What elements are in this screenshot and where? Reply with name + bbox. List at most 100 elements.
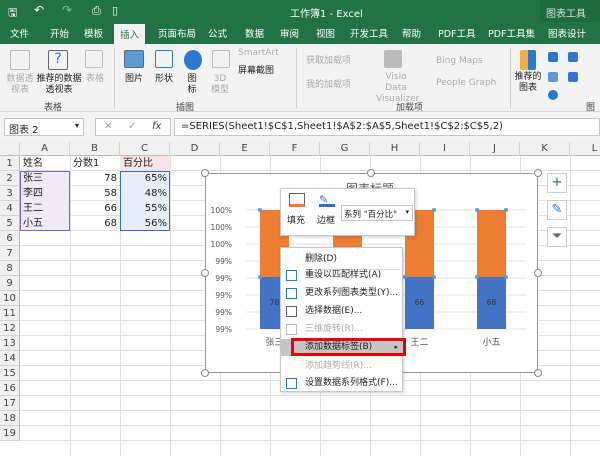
row-header-14[interactable]: 14 xyxy=(0,351,20,366)
cell-a1[interactable]: 姓名 xyxy=(20,156,70,171)
cell-name[interactable]: 王二 xyxy=(20,201,70,216)
series-select[interactable]: 系列 "百分比" ▾ xyxy=(341,205,413,221)
tab-pdf-tools[interactable]: PDF工具 xyxy=(438,26,476,40)
get-addins-button[interactable]: 获取加载项 xyxy=(306,56,351,67)
select-all[interactable] xyxy=(0,142,20,156)
name-box[interactable]: 图表 2 ▾ xyxy=(4,118,84,136)
outline-button[interactable]: 边框 xyxy=(317,213,335,226)
row-header-8[interactable]: 8 xyxy=(0,261,20,276)
tab-review[interactable]: 审阅 xyxy=(280,26,299,40)
line-chart-icon[interactable] xyxy=(548,72,558,82)
smartart-button[interactable]: SmartArt xyxy=(238,48,279,59)
menu-item-2[interactable]: 更改系列图表类型(Y)... xyxy=(281,285,404,302)
my-addins-button[interactable]: 我的加载项 xyxy=(306,80,351,91)
tab-pdf-toolset[interactable]: PDF工具集 xyxy=(488,26,535,40)
cell-b1[interactable]: 分数1 xyxy=(70,156,120,171)
cell-percent[interactable]: 65% xyxy=(120,171,170,186)
formula-input[interactable]: =SERIES(Sheet1!$C$1,Sheet1!$A$2:$A$5,She… xyxy=(174,118,600,136)
cell-percent[interactable]: 48% xyxy=(120,186,170,201)
cell-name[interactable]: 张三 xyxy=(20,171,70,186)
cell-score[interactable]: 78 xyxy=(70,171,120,186)
resize-handle[interactable] xyxy=(201,269,209,277)
row-header-17[interactable]: 17 xyxy=(0,396,20,411)
fill-button[interactable]: 填充 xyxy=(287,213,305,226)
resize-handle[interactable] xyxy=(534,369,542,377)
recommended-pivot-button[interactable]: 推荐的数据透视表 xyxy=(34,74,84,96)
cell-name[interactable]: 李四 xyxy=(20,186,70,201)
save-icon[interactable]: 🖫 xyxy=(8,4,17,23)
chart-filters-button[interactable]: ⏷ xyxy=(547,227,567,247)
column-header-l[interactable]: L xyxy=(570,142,600,156)
row-header-2[interactable]: 2 xyxy=(0,171,20,186)
row-header-4[interactable]: 4 xyxy=(0,201,20,216)
column-header-e[interactable]: E xyxy=(220,142,270,156)
tab-developer[interactable]: 开发工具 xyxy=(350,26,388,40)
resize-handle[interactable] xyxy=(367,169,375,177)
row-header-12[interactable]: 12 xyxy=(0,321,20,336)
column-header-k[interactable]: K xyxy=(520,142,570,156)
cell-name[interactable]: 小五 xyxy=(20,216,70,231)
hierarchy-chart-icon[interactable] xyxy=(568,52,578,62)
cell-score[interactable]: 66 xyxy=(70,201,120,216)
row-header-5[interactable]: 5 xyxy=(0,216,20,231)
recommended-charts-button[interactable]: 推荐的图表 xyxy=(514,72,542,94)
row-header-11[interactable]: 11 xyxy=(0,306,20,321)
tab-file[interactable]: 文件 xyxy=(10,26,29,40)
3d-model-button[interactable]: 3D 模型 xyxy=(208,74,232,96)
row-header-1[interactable]: 1 xyxy=(0,156,20,171)
row-header-15[interactable]: 15 xyxy=(0,366,20,381)
column-header-f[interactable]: F xyxy=(270,142,320,156)
column-header-d[interactable]: D xyxy=(170,142,220,156)
cell-c1[interactable]: 百分比 xyxy=(120,156,170,171)
tab-help[interactable]: 帮助 xyxy=(402,26,421,40)
redo-icon[interactable]: ↷ xyxy=(62,3,72,17)
resize-handle[interactable] xyxy=(534,169,542,177)
row-header-9[interactable]: 9 xyxy=(0,276,20,291)
icons-button[interactable]: 图标 xyxy=(186,74,198,96)
outline-icon[interactable]: ✎ xyxy=(319,193,335,207)
tab-data[interactable]: 数据 xyxy=(245,26,264,40)
people-graph-button[interactable]: People Graph xyxy=(436,78,496,89)
tab-page-layout[interactable]: 页面布局 xyxy=(158,26,196,40)
table-button[interactable]: 表格 xyxy=(84,74,106,85)
column-header-i[interactable]: I xyxy=(420,142,470,156)
menu-item-0[interactable]: 删除(D) xyxy=(281,251,404,268)
row-header-3[interactable]: 3 xyxy=(0,186,20,201)
column-chart-icon[interactable] xyxy=(548,52,558,62)
cell-score[interactable]: 68 xyxy=(70,216,120,231)
function-icon[interactable]: fx xyxy=(152,121,161,132)
column-header-a[interactable]: A xyxy=(20,142,70,156)
resize-handle[interactable] xyxy=(201,369,209,377)
column-header-j[interactable]: J xyxy=(470,142,520,156)
tab-formulas[interactable]: 公式 xyxy=(208,26,227,40)
screenshot-button[interactable]: 屏幕截图 xyxy=(238,66,274,77)
cancel-icon[interactable]: ✕ xyxy=(104,121,112,132)
tab-chart-design[interactable]: 图表设计 xyxy=(548,26,586,40)
row-header-6[interactable]: 6 xyxy=(0,231,20,246)
picture-button[interactable]: 图片 xyxy=(122,74,146,85)
chart-elements-button[interactable]: + xyxy=(547,173,567,193)
menu-item-3[interactable]: 选择数据(E)... xyxy=(281,303,404,320)
tab-template[interactable]: 模板 xyxy=(84,26,103,40)
column-header-c[interactable]: C xyxy=(120,142,170,156)
row-header-7[interactable]: 7 xyxy=(0,246,20,261)
enter-icon[interactable]: ✓ xyxy=(128,121,136,132)
stat-chart-icon[interactable] xyxy=(568,72,578,82)
tab-view[interactable]: 视图 xyxy=(316,26,335,40)
column-header-g[interactable]: G xyxy=(320,142,370,156)
pivot-table-button[interactable]: 数据透视表 xyxy=(4,74,36,96)
tab-home[interactable]: 开始 xyxy=(50,26,69,40)
row-header-10[interactable]: 10 xyxy=(0,291,20,306)
column-header-h[interactable]: H xyxy=(370,142,420,156)
row-header-18[interactable]: 18 xyxy=(0,411,20,426)
pie-chart-icon[interactable] xyxy=(548,90,558,100)
tab-insert[interactable]: 插入 xyxy=(114,24,146,44)
resize-handle[interactable] xyxy=(534,269,542,277)
menu-item-7[interactable]: 设置数据系列格式(F)... xyxy=(281,375,404,392)
column-header-b[interactable]: B xyxy=(70,142,120,156)
row-header-16[interactable]: 16 xyxy=(0,381,20,396)
menu-item-1[interactable]: 重设以匹配样式(A) xyxy=(281,267,404,284)
bing-maps-button[interactable]: Bing Maps xyxy=(436,56,483,67)
shapes-button[interactable]: 形状 xyxy=(152,74,176,85)
fill-icon[interactable] xyxy=(289,193,305,207)
